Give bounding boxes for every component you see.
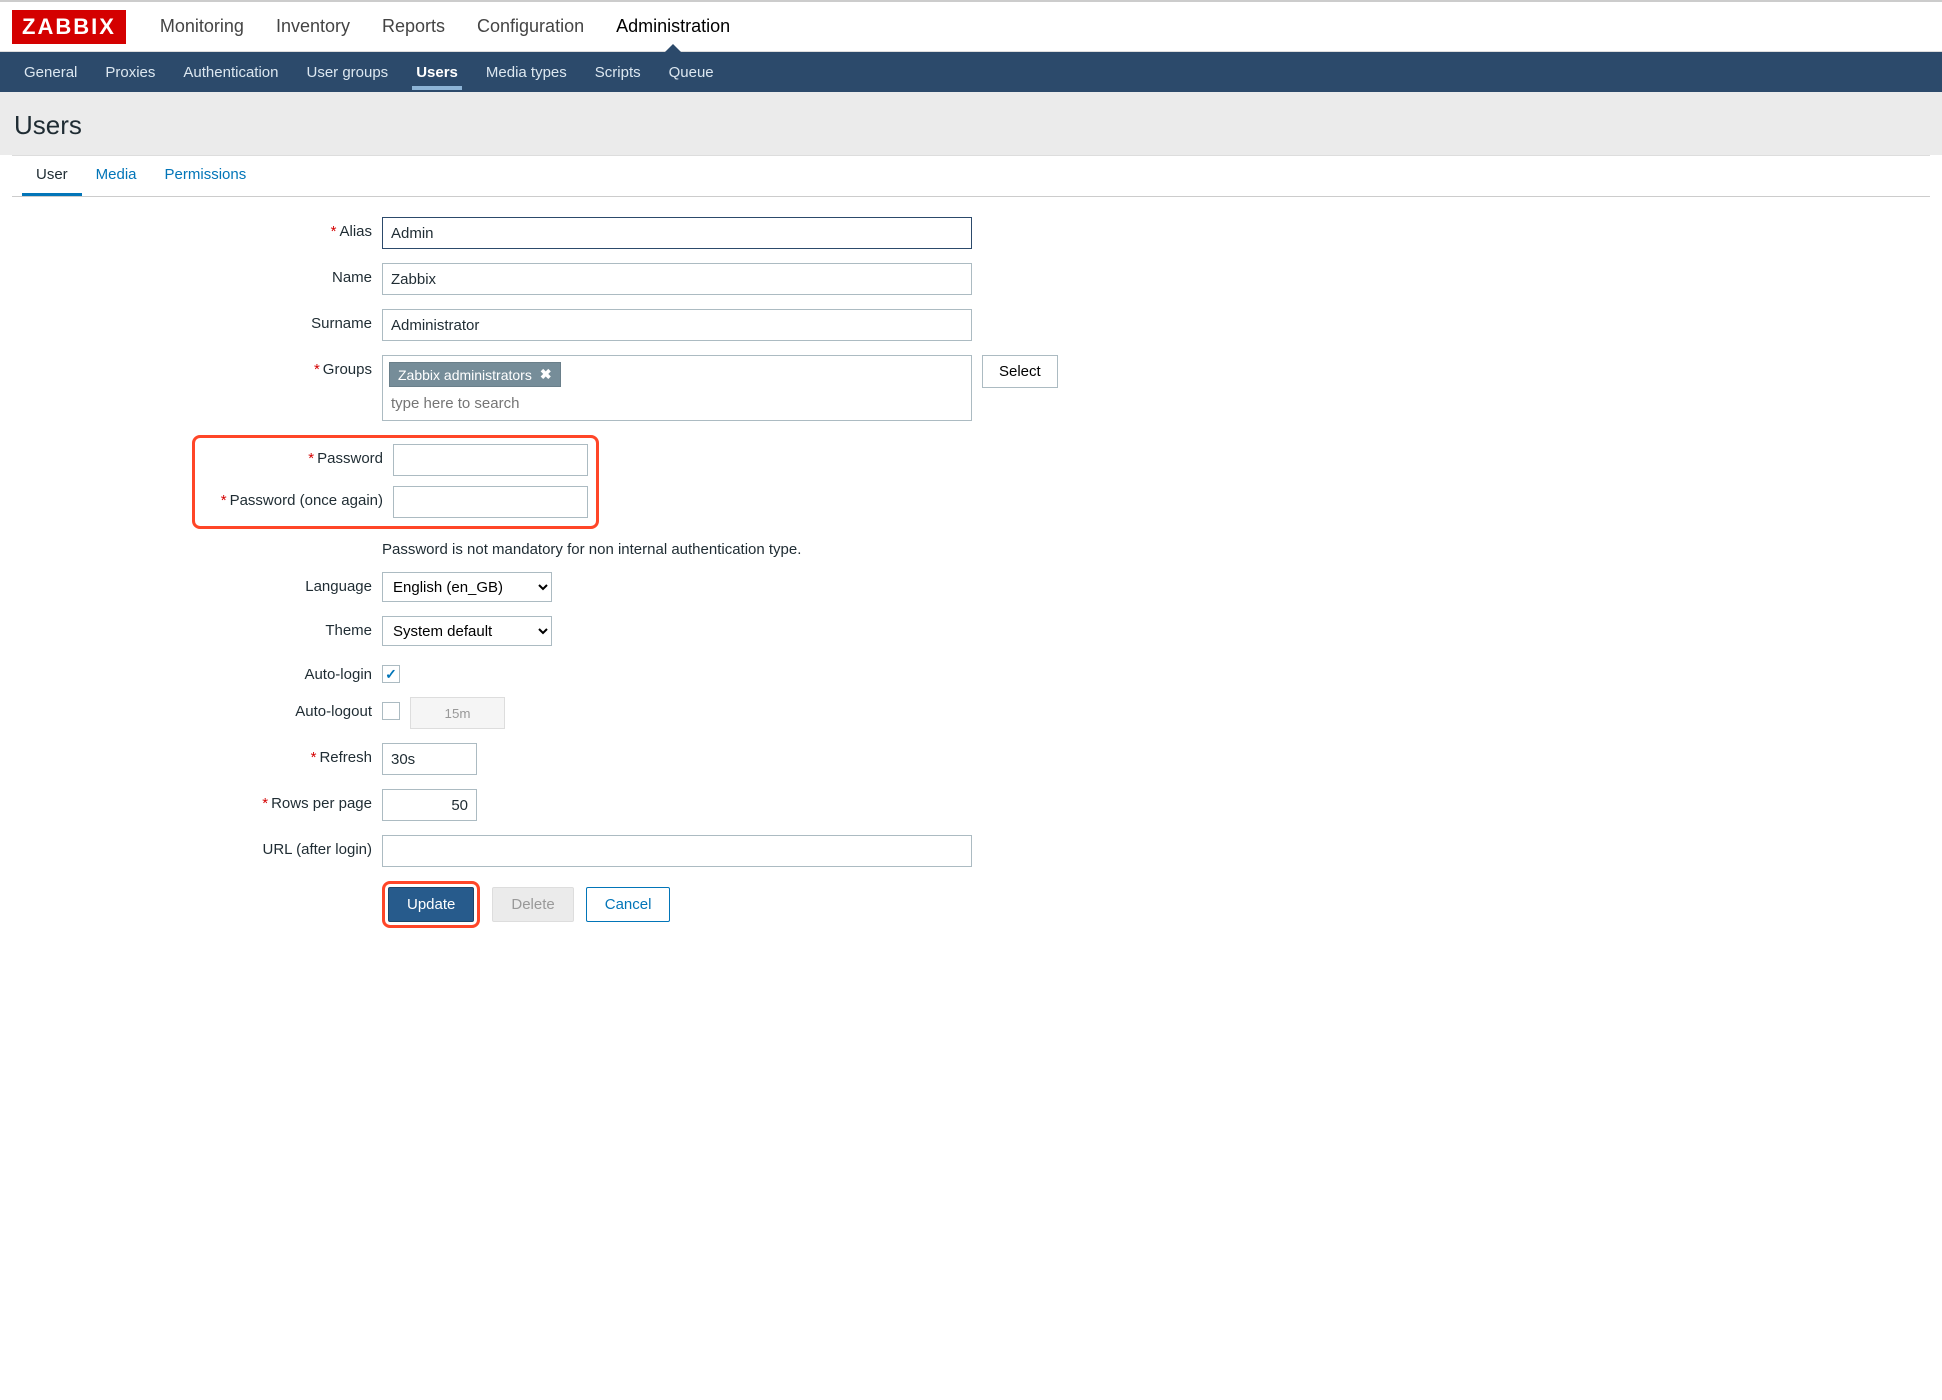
autologout-checkbox[interactable] bbox=[382, 702, 400, 720]
surname-label: Surname bbox=[42, 309, 382, 332]
groups-search-input[interactable] bbox=[387, 391, 967, 416]
rows-input[interactable] bbox=[382, 789, 477, 821]
active-arrow-icon bbox=[665, 44, 681, 52]
password2-label: *Password (once again) bbox=[203, 486, 393, 509]
autologout-label: Auto-logout bbox=[42, 697, 382, 720]
subnav-authentication[interactable]: Authentication bbox=[169, 55, 292, 90]
remove-tag-icon[interactable]: ✖ bbox=[540, 366, 552, 383]
url-label: URL (after login) bbox=[42, 835, 382, 858]
topnav-configuration[interactable]: Configuration bbox=[461, 2, 600, 51]
password-help-text: Password is not mandatory for non intern… bbox=[382, 541, 801, 558]
password-label: *Password bbox=[203, 444, 393, 467]
sub-nav: General Proxies Authentication User grou… bbox=[0, 52, 1942, 92]
group-tag[interactable]: Zabbix administrators ✖ bbox=[389, 362, 561, 387]
subnav-scripts[interactable]: Scripts bbox=[581, 55, 655, 90]
surname-input[interactable] bbox=[382, 309, 972, 341]
groups-select-button[interactable]: Select bbox=[982, 355, 1058, 388]
rows-label: *Rows per page bbox=[42, 789, 382, 812]
refresh-label: *Refresh bbox=[42, 743, 382, 766]
delete-button: Delete bbox=[492, 887, 573, 922]
user-form: *Alias Name Surname *Groups Zabbix admin… bbox=[12, 197, 1930, 948]
autologout-value bbox=[410, 697, 505, 729]
page-header: Users bbox=[0, 92, 1942, 155]
topnav-administration[interactable]: Administration bbox=[600, 2, 746, 51]
topnav-reports[interactable]: Reports bbox=[366, 2, 461, 51]
url-input[interactable] bbox=[382, 835, 972, 867]
subnav-queue[interactable]: Queue bbox=[655, 55, 728, 90]
refresh-input[interactable] bbox=[382, 743, 477, 775]
name-input[interactable] bbox=[382, 263, 972, 295]
groups-multiselect[interactable]: Zabbix administrators ✖ bbox=[382, 355, 972, 421]
topnav-administration-label: Administration bbox=[616, 16, 730, 36]
logo: ZABBIX bbox=[12, 10, 126, 44]
language-select[interactable]: English (en_GB) bbox=[382, 572, 552, 602]
name-label: Name bbox=[42, 263, 382, 286]
alias-input[interactable] bbox=[382, 217, 972, 249]
subnav-media-types[interactable]: Media types bbox=[472, 55, 581, 90]
update-button[interactable]: Update bbox=[388, 887, 474, 922]
alias-label: *Alias bbox=[42, 217, 382, 240]
theme-select[interactable]: System default bbox=[382, 616, 552, 646]
groups-label: *Groups bbox=[42, 355, 382, 378]
autologin-checkbox[interactable] bbox=[382, 665, 400, 683]
theme-label: Theme bbox=[42, 616, 382, 639]
topnav-monitoring[interactable]: Monitoring bbox=[144, 2, 260, 51]
subnav-user-groups[interactable]: User groups bbox=[292, 55, 402, 90]
subnav-general[interactable]: General bbox=[10, 55, 91, 90]
tab-media[interactable]: Media bbox=[82, 156, 151, 196]
language-label: Language bbox=[42, 572, 382, 595]
page-title: Users bbox=[14, 110, 1928, 141]
password-highlight-box: *Password *Password (once again) bbox=[192, 435, 599, 529]
password-help-spacer bbox=[42, 539, 382, 545]
top-nav: ZABBIX Monitoring Inventory Reports Conf… bbox=[0, 0, 1942, 52]
tab-user[interactable]: User bbox=[22, 156, 82, 196]
tabs: User Media Permissions bbox=[12, 156, 1930, 197]
group-tag-label: Zabbix administrators bbox=[398, 367, 532, 383]
cancel-button[interactable]: Cancel bbox=[586, 887, 671, 922]
form-buttons: Update Delete Cancel bbox=[382, 881, 1900, 928]
subnav-users[interactable]: Users bbox=[402, 55, 472, 90]
autologin-label: Auto-login bbox=[42, 660, 382, 683]
tab-permissions[interactable]: Permissions bbox=[151, 156, 261, 196]
content: User Media Permissions *Alias Name Surna… bbox=[12, 155, 1930, 948]
update-highlight-box: Update bbox=[382, 881, 480, 928]
subnav-proxies[interactable]: Proxies bbox=[91, 55, 169, 90]
password2-input[interactable] bbox=[393, 486, 588, 518]
password-input[interactable] bbox=[393, 444, 588, 476]
topnav-inventory[interactable]: Inventory bbox=[260, 2, 366, 51]
